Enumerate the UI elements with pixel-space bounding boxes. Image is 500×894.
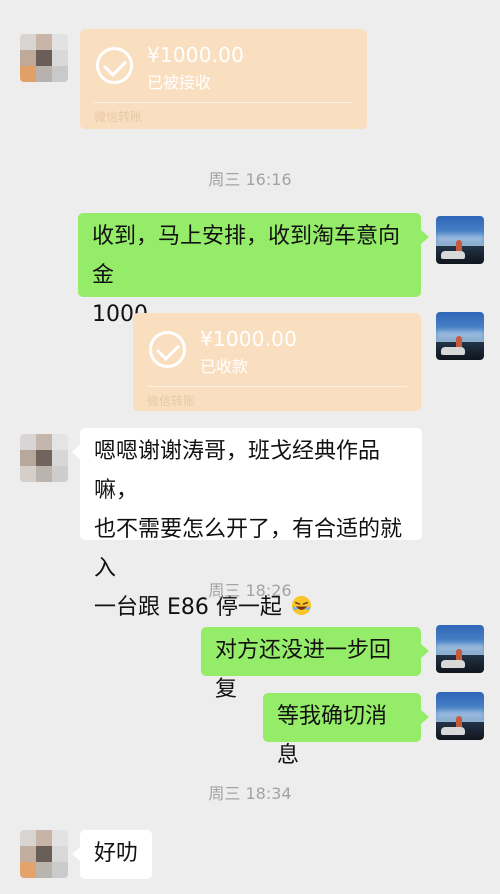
transfer-amount: ¥1000.00	[200, 327, 298, 351]
received-message-bubble[interactable]: 嗯嗯谢谢涛哥，班戈经典作品嘛， 也不需要怎么开了，有合适的就入 一台跟 E86 …	[72, 428, 422, 620]
transfer-divider	[147, 386, 407, 387]
my-avatar[interactable]	[436, 625, 484, 673]
my-avatar[interactable]	[436, 216, 484, 264]
sent-message-bubble[interactable]: 收到，马上安排，收到淘车意向金 1000	[78, 213, 429, 327]
received-message-bubble[interactable]: 好叻	[72, 830, 152, 879]
sent-message-bubble[interactable]: 对方还没进一步回复	[201, 627, 429, 702]
timestamp: 周三 16:16	[208, 170, 292, 189]
contact-avatar[interactable]	[20, 830, 68, 878]
timestamp: 周三 18:34	[208, 784, 292, 803]
contact-avatar[interactable]	[20, 34, 68, 82]
contact-avatar[interactable]	[20, 434, 68, 482]
my-avatar[interactable]	[436, 692, 484, 740]
transfer-status: 已收款	[200, 357, 249, 376]
transfer-footer: 微信转账	[147, 394, 196, 408]
check-icon	[149, 331, 186, 368]
transfer-amount: ¥1000.00	[147, 43, 245, 67]
check-icon	[96, 47, 133, 84]
message-line: 收到，马上安排，收到淘车意向金	[92, 224, 401, 288]
transfer-card-sent[interactable]: ¥1000.00 已收款 微信转账	[133, 313, 421, 411]
timestamp: 周三 18:26	[208, 581, 292, 600]
message-line: 等我确切消息	[277, 704, 388, 768]
transfer-footer: 微信转账	[94, 110, 143, 124]
my-avatar[interactable]	[436, 312, 484, 360]
transfer-status: 已被接收	[147, 73, 212, 92]
message-line: 嗯嗯谢谢涛哥，班戈经典作品嘛，	[94, 439, 381, 503]
transfer-card-received[interactable]: ¥1000.00 已被接收 微信转账	[80, 29, 367, 129]
sent-message-bubble[interactable]: 等我确切消息	[263, 693, 429, 768]
transfer-divider	[94, 102, 353, 103]
message-line: 好叻	[94, 841, 139, 866]
